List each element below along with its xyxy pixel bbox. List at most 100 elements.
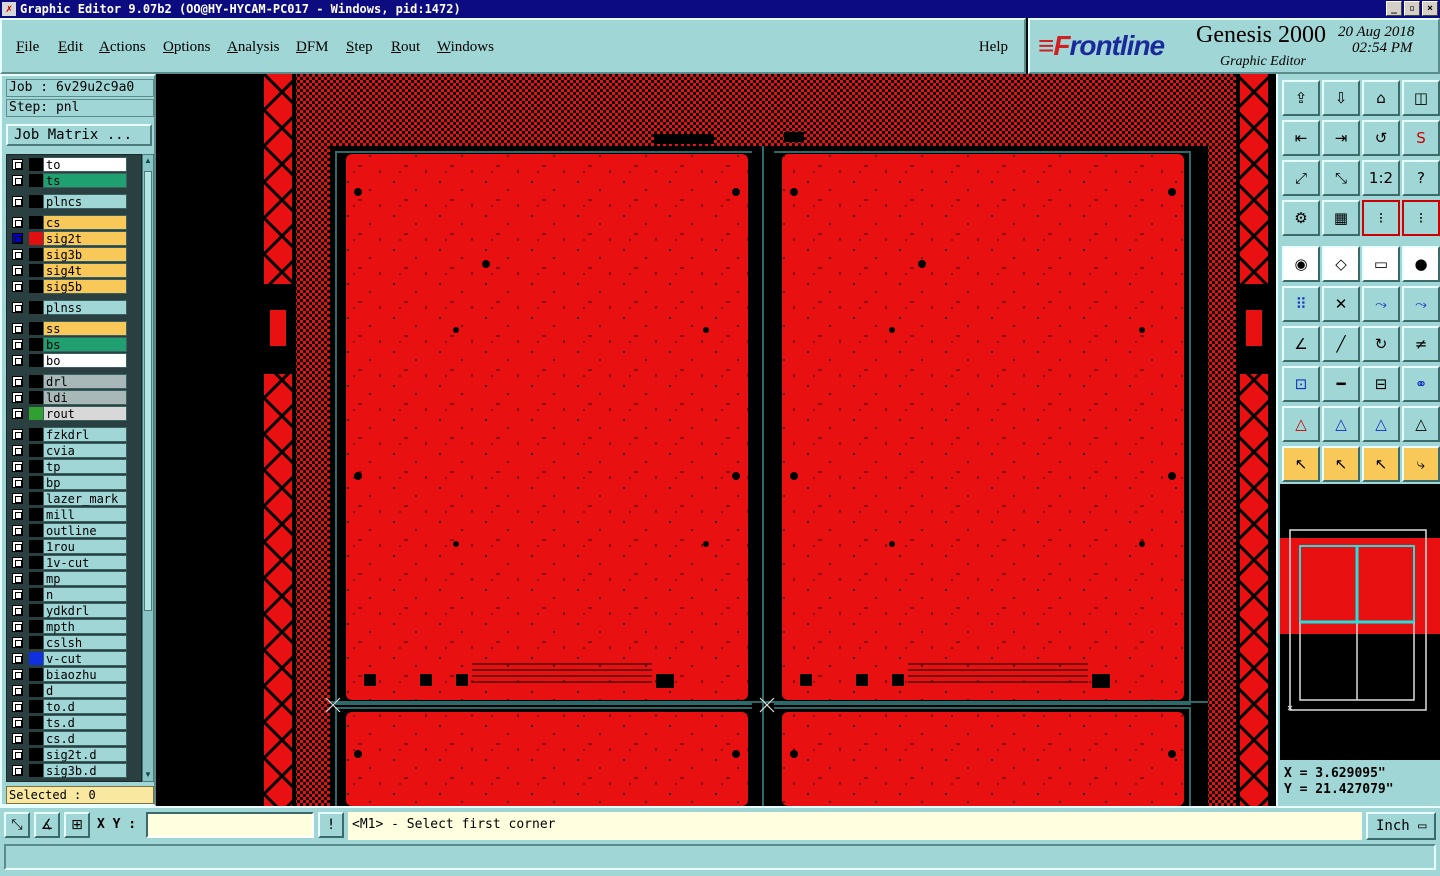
- layer-name[interactable]: bo: [43, 353, 127, 368]
- layer-name[interactable]: sig3b.d: [43, 763, 127, 778]
- layer-color-swatch[interactable]: [29, 748, 43, 761]
- layer-checkbox[interactable]: [12, 573, 23, 584]
- layer-checkbox[interactable]: [12, 493, 23, 504]
- layer-row[interactable]: to: [9, 157, 131, 172]
- layer-row[interactable]: rout: [9, 406, 131, 421]
- ruler-icon[interactable]: ▭: [1362, 246, 1400, 282]
- layer-row[interactable]: cslsh: [9, 635, 131, 650]
- layer-name[interactable]: sig2t.d: [43, 747, 127, 762]
- triangle-blue-icon[interactable]: △: [1322, 406, 1360, 442]
- layer-row[interactable]: mill: [9, 507, 131, 522]
- line-node-b-icon[interactable]: ⤳: [1402, 286, 1440, 322]
- layer-color-swatch[interactable]: [29, 375, 43, 388]
- layer-name[interactable]: tp: [43, 459, 127, 474]
- layer-name[interactable]: 1rou: [43, 539, 127, 554]
- layer-color-swatch[interactable]: [29, 524, 43, 537]
- edit-shape-icon[interactable]: ◇: [1322, 246, 1360, 282]
- menu-options[interactable]: Options: [163, 39, 211, 56]
- layer-row[interactable]: ss: [9, 321, 131, 336]
- cross-icon[interactable]: ✕: [1322, 286, 1360, 322]
- layer-name[interactable]: plncs: [43, 194, 127, 209]
- layer-row[interactable]: lazer_mark: [9, 491, 131, 506]
- layer-checkbox[interactable]: [12, 525, 23, 536]
- help-icon[interactable]: ?: [1402, 160, 1440, 196]
- layer-checkbox[interactable]: [12, 765, 23, 776]
- grid-icon[interactable]: ▦: [1322, 200, 1360, 236]
- layer-color-swatch[interactable]: [29, 636, 43, 649]
- layer-color-swatch[interactable]: [29, 460, 43, 473]
- layer-row[interactable]: bo: [9, 353, 131, 368]
- layer-checkbox[interactable]: [12, 233, 23, 244]
- layer-checkbox[interactable]: [12, 339, 23, 350]
- layer-row[interactable]: ldi: [9, 390, 131, 405]
- diagonal-icon[interactable]: ╱: [1322, 326, 1360, 362]
- layer-checkbox[interactable]: [12, 461, 23, 472]
- layer-row[interactable]: tp: [9, 459, 131, 474]
- layer-row[interactable]: to.d: [9, 699, 131, 714]
- layer-color-swatch[interactable]: [29, 700, 43, 713]
- layer-color-swatch[interactable]: [29, 216, 43, 229]
- layer-row[interactable]: sig2t.d: [9, 747, 131, 762]
- job-matrix-button[interactable]: Job Matrix ...: [6, 124, 152, 146]
- layer-toggle-b-icon[interactable]: ⁝: [1402, 200, 1440, 236]
- triangle-crossed-icon[interactable]: △: [1402, 406, 1440, 442]
- layer-color-swatch[interactable]: [29, 322, 43, 335]
- pointer-path-icon[interactable]: ⤷: [1402, 446, 1440, 482]
- layer-checkbox[interactable]: [12, 509, 23, 520]
- layer-color-swatch[interactable]: [29, 248, 43, 261]
- layer-name[interactable]: mill: [43, 507, 127, 522]
- zoom-box-icon[interactable]: ⤡: [4, 812, 30, 838]
- layer-row[interactable]: bs: [9, 337, 131, 352]
- layer-checkbox[interactable]: [12, 733, 23, 744]
- layer-name[interactable]: d: [43, 683, 127, 698]
- layer-name[interactable]: sig2t: [43, 231, 127, 246]
- layer-color-swatch[interactable]: [29, 174, 43, 187]
- layer-color-swatch[interactable]: [29, 716, 43, 729]
- layer-row[interactable]: sig3b.d: [9, 763, 131, 778]
- layer-toggle-a-icon[interactable]: ⁝: [1362, 200, 1400, 236]
- overview-map[interactable]: [1280, 484, 1440, 760]
- layer-checkbox[interactable]: [12, 621, 23, 632]
- layer-name[interactable]: v-cut: [43, 651, 127, 666]
- layer-color-swatch[interactable]: [29, 732, 43, 745]
- layer-checkbox[interactable]: [12, 217, 23, 228]
- layer-name[interactable]: mpth: [43, 619, 127, 634]
- info-icon[interactable]: !: [318, 812, 344, 838]
- layer-name[interactable]: cvia: [43, 443, 127, 458]
- layer-checkbox[interactable]: [12, 589, 23, 600]
- layer-checkbox[interactable]: [12, 159, 23, 170]
- angle-icon[interactable]: ∠: [1282, 326, 1320, 362]
- layer-checkbox[interactable]: [12, 685, 23, 696]
- layer-row[interactable]: 1v-cut: [9, 555, 131, 570]
- layer-color-swatch[interactable]: [29, 588, 43, 601]
- layer-color-swatch[interactable]: [29, 620, 43, 633]
- app-icon[interactable]: ✗: [2, 2, 16, 16]
- layer-row[interactable]: mpth: [9, 619, 131, 634]
- layer-color-swatch[interactable]: [29, 476, 43, 489]
- menu-dfm[interactable]: DFM: [296, 39, 329, 56]
- layer-checkbox[interactable]: [12, 717, 23, 728]
- layer-name[interactable]: bs: [43, 337, 127, 352]
- layer-checkbox[interactable]: [12, 249, 23, 260]
- layer-checkbox[interactable]: [12, 557, 23, 568]
- layer-checkbox[interactable]: [12, 196, 23, 207]
- scroll-thumb[interactable]: [144, 171, 152, 611]
- layer-color-swatch[interactable]: [29, 572, 43, 585]
- dimension-icon[interactable]: ⊟: [1362, 366, 1400, 402]
- layer-checkbox[interactable]: [12, 701, 23, 712]
- xy-input[interactable]: [146, 812, 314, 838]
- layer-checkbox[interactable]: [12, 175, 23, 186]
- layer-name[interactable]: sig3b: [43, 247, 127, 262]
- layer-color-swatch[interactable]: [29, 444, 43, 457]
- layer-color-swatch[interactable]: [29, 264, 43, 277]
- layer-checkbox[interactable]: [12, 281, 23, 292]
- triangle-red-icon[interactable]: △: [1282, 406, 1320, 442]
- scroll-up-icon[interactable]: ▲: [143, 155, 153, 167]
- layer-checkbox[interactable]: [12, 445, 23, 456]
- group-icon[interactable]: ⚭: [1402, 366, 1440, 402]
- layer-row[interactable]: plncs: [9, 194, 131, 209]
- layer-name[interactable]: cslsh: [43, 635, 127, 650]
- layer-row[interactable]: n: [9, 587, 131, 602]
- layer-checkbox[interactable]: [12, 429, 23, 440]
- layer-name[interactable]: mp: [43, 571, 127, 586]
